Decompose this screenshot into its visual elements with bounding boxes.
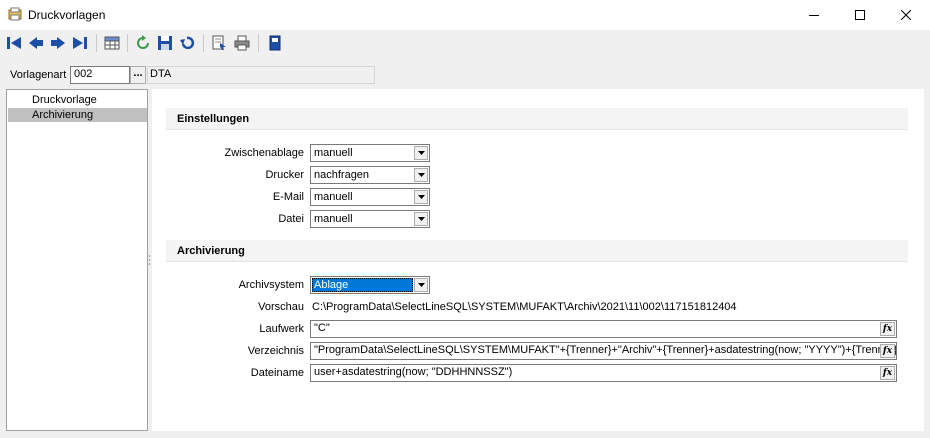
vorschau-label: Vorschau <box>258 301 304 313</box>
navigation-tree: Druckvorlage Archivierung <box>6 89 148 431</box>
drucker-value: nachfragen <box>314 169 370 181</box>
print-preview-icon[interactable] <box>210 33 228 53</box>
verzeichnis-input[interactable]: "ProgramData\SelectLineSQL\SYSTEM\MUFAKT… <box>310 342 897 360</box>
toolbar-separator <box>96 34 97 52</box>
chevron-down-icon[interactable] <box>414 190 428 204</box>
book-icon[interactable] <box>266 33 284 53</box>
verzeichnis-label: Verzeichnis <box>247 345 304 357</box>
window-title: Druckvorlagen <box>28 8 106 22</box>
chevron-down-icon[interactable] <box>414 212 428 226</box>
dateiname-value: user+asdatestring(now; "DDHHNNSSZ") <box>314 366 513 378</box>
zwischenablage-label: Zwischenablage <box>224 147 305 159</box>
save-icon[interactable] <box>156 33 174 53</box>
laufwerk-label: Laufwerk <box>259 323 304 335</box>
nav-item-druckvorlage[interactable]: Druckvorlage <box>8 93 147 107</box>
maximize-button[interactable] <box>837 0 883 30</box>
email-label: E-Mail <box>272 191 304 203</box>
app-icon <box>8 7 22 21</box>
vorschau-path: C:\ProgramData\SelectLineSQL\SYSTEM\MUFA… <box>312 301 737 313</box>
laufwerk-input[interactable]: "C" fx <box>310 320 897 338</box>
nav-item-archivierung[interactable]: Archivierung <box>8 108 147 122</box>
toolbar-separator <box>127 34 128 52</box>
zwischenablage-select[interactable]: manuell <box>310 144 430 162</box>
datei-select[interactable]: manuell <box>310 210 430 228</box>
splitter-handle[interactable] <box>148 254 151 268</box>
email-value: manuell <box>314 191 353 203</box>
chevron-down-icon[interactable] <box>414 278 428 292</box>
email-select[interactable]: manuell <box>310 188 430 206</box>
drucker-label: Drucker <box>265 169 304 181</box>
toolbar-separator <box>258 34 259 52</box>
chevron-down-icon[interactable] <box>414 146 428 160</box>
next-record-icon[interactable] <box>49 33 67 53</box>
minimize-button[interactable] <box>791 0 837 30</box>
drucker-select[interactable]: nachfragen <box>310 166 430 184</box>
vorlagenart-name-display: DTA <box>147 66 375 84</box>
vorlagenart-code-input[interactable]: 002 <box>70 66 130 84</box>
laufwerk-value: "C" <box>314 322 330 334</box>
archivsystem-select[interactable]: Ablage <box>310 276 430 294</box>
formula-fx-icon[interactable]: fx <box>880 344 895 358</box>
dateiname-input[interactable]: user+asdatestring(now; "DDHHNNSSZ") fx <box>310 364 897 382</box>
previous-record-icon[interactable] <box>27 33 45 53</box>
archivsystem-label: Archivsystem <box>238 279 304 291</box>
section-header-einstellungen: Einstellungen <box>166 108 908 130</box>
vorlagenart-label: Vorlagenart <box>10 69 67 81</box>
vorlagenart-lookup-button[interactable]: ... <box>130 66 146 84</box>
verzeichnis-value: "ProgramData\SelectLineSQL\SYSTEM\MUFAKT… <box>314 344 897 356</box>
close-button[interactable] <box>883 0 929 30</box>
title-bar: Druckvorlagen <box>0 0 930 30</box>
last-record-icon[interactable] <box>71 33 89 53</box>
undo-icon[interactable] <box>178 33 196 53</box>
table-view-icon[interactable] <box>103 33 121 53</box>
zwischenablage-value: manuell <box>314 147 353 159</box>
section-header-archivierung: Archivierung <box>166 240 908 262</box>
chevron-down-icon[interactable] <box>414 168 428 182</box>
datei-value: manuell <box>314 213 353 225</box>
first-record-icon[interactable] <box>5 33 23 53</box>
toolbar-separator <box>203 34 204 52</box>
refresh-icon[interactable] <box>134 33 152 53</box>
formula-fx-icon[interactable]: fx <box>880 366 895 380</box>
dateiname-label: Dateiname <box>250 367 304 379</box>
datei-label: Datei <box>278 213 304 225</box>
formula-fx-icon[interactable]: fx <box>880 322 895 336</box>
archivsystem-value: Ablage <box>314 279 349 291</box>
print-icon[interactable] <box>233 33 251 53</box>
